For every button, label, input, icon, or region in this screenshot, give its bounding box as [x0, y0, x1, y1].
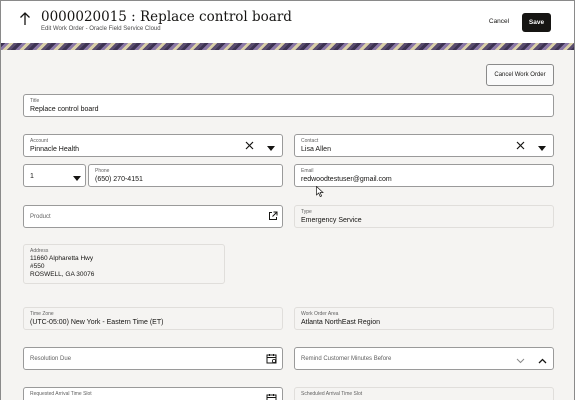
type-value: Emergency Service [301, 217, 362, 224]
remind-customer-chevron-up-icon[interactable] [538, 356, 547, 366]
clear-contact-close-icon[interactable] [516, 141, 525, 152]
phone-type-chevron-down-icon[interactable] [73, 173, 81, 183]
requested-arrival-calendar-icon[interactable] [266, 393, 277, 400]
open-product-external-icon[interactable] [268, 211, 278, 223]
page-header: 0000020015 : Replace control board Edit … [1, 1, 574, 45]
address-label: Address [30, 248, 49, 254]
product-field[interactable]: Product [23, 205, 283, 228]
account-label: Account [30, 138, 49, 144]
account-field[interactable]: Account Pinnacle Health [23, 134, 283, 157]
page-title: 0000020015 : Replace control board [41, 9, 292, 25]
save-button[interactable]: Save [522, 13, 551, 32]
address-line-3: ROSWELL, GA 30076 [30, 271, 95, 278]
time-zone-value: (UTC-05:00) New York - Eastern Time (ET) [30, 319, 164, 326]
email-value: redwoodtestuser@gmail.com [301, 176, 392, 183]
type-field: Type Emergency Service [294, 205, 554, 228]
title-label: Title [30, 98, 40, 104]
address-line-1: 11660 Alpharetta Hwy [30, 255, 94, 262]
remind-customer-chevron-down-icon[interactable] [516, 356, 525, 366]
contact-label: Contact [301, 138, 319, 144]
title-field[interactable]: Title Replace control board [23, 94, 554, 117]
scheduled-arrival-label: Scheduled Arrival Time Slot [301, 391, 363, 397]
requested-arrival-label: Requested Arrival Time Slot [30, 391, 92, 397]
resolution-due-field[interactable]: Resolution Due [23, 347, 283, 370]
page-subtitle: Edit Work Order - Oracle Field Service C… [41, 26, 161, 32]
title-value: Replace control board [30, 106, 99, 113]
contact-value: Lisa Allen [301, 146, 331, 153]
mouse-cursor-icon [316, 186, 324, 197]
requested-arrival-field[interactable]: Requested Arrival Time Slot [23, 387, 283, 400]
back-arrow-icon[interactable] [19, 12, 35, 30]
remind-customer-label: Remind Customer Minutes Before [301, 356, 392, 362]
email-field[interactable]: Email redwoodtestuser@gmail.com [294, 164, 554, 187]
address-field: Address 11660 Alpharetta Hwy #550 ROSWEL… [23, 244, 225, 284]
account-value: Pinnacle Health [30, 146, 80, 153]
cancel-work-order-button[interactable]: Cancel Work Order [486, 64, 554, 86]
email-label: Email [301, 168, 314, 174]
time-zone-label: Time Zone [30, 311, 54, 317]
phone-value: (650) 270-4151 [95, 176, 143, 183]
phone-field[interactable]: Phone (650) 270-4151 [88, 164, 283, 187]
work-order-area-label: Work Order Area [301, 311, 339, 317]
resolution-due-label: Resolution Due [30, 356, 72, 362]
remind-customer-field[interactable]: Remind Customer Minutes Before [294, 347, 554, 370]
work-order-area-field: Work Order Area Atlanta NorthEast Region [294, 307, 554, 330]
work-order-area-value: Atlanta NorthEast Region [301, 319, 380, 326]
phone-type-select[interactable]: 1 [23, 164, 86, 187]
phone-label: Phone [95, 168, 110, 174]
account-chevron-down-icon[interactable] [267, 143, 275, 153]
contact-field[interactable]: Contact Lisa Allen [294, 134, 554, 157]
type-label: Type [301, 209, 312, 215]
clear-account-close-icon[interactable] [245, 141, 254, 152]
phone-type-value: 1 [30, 173, 34, 180]
scheduled-arrival-field: Scheduled Arrival Time Slot [294, 387, 554, 400]
time-zone-field: Time Zone (UTC-05:00) New York - Eastern… [23, 307, 283, 330]
product-label: Product [30, 214, 51, 220]
address-line-2: #550 [30, 263, 45, 270]
contact-chevron-down-icon[interactable] [538, 143, 546, 153]
resolution-due-calendar-icon[interactable] [266, 353, 277, 366]
cancel-button[interactable]: Cancel [481, 14, 517, 30]
decorative-banner [1, 43, 574, 50]
